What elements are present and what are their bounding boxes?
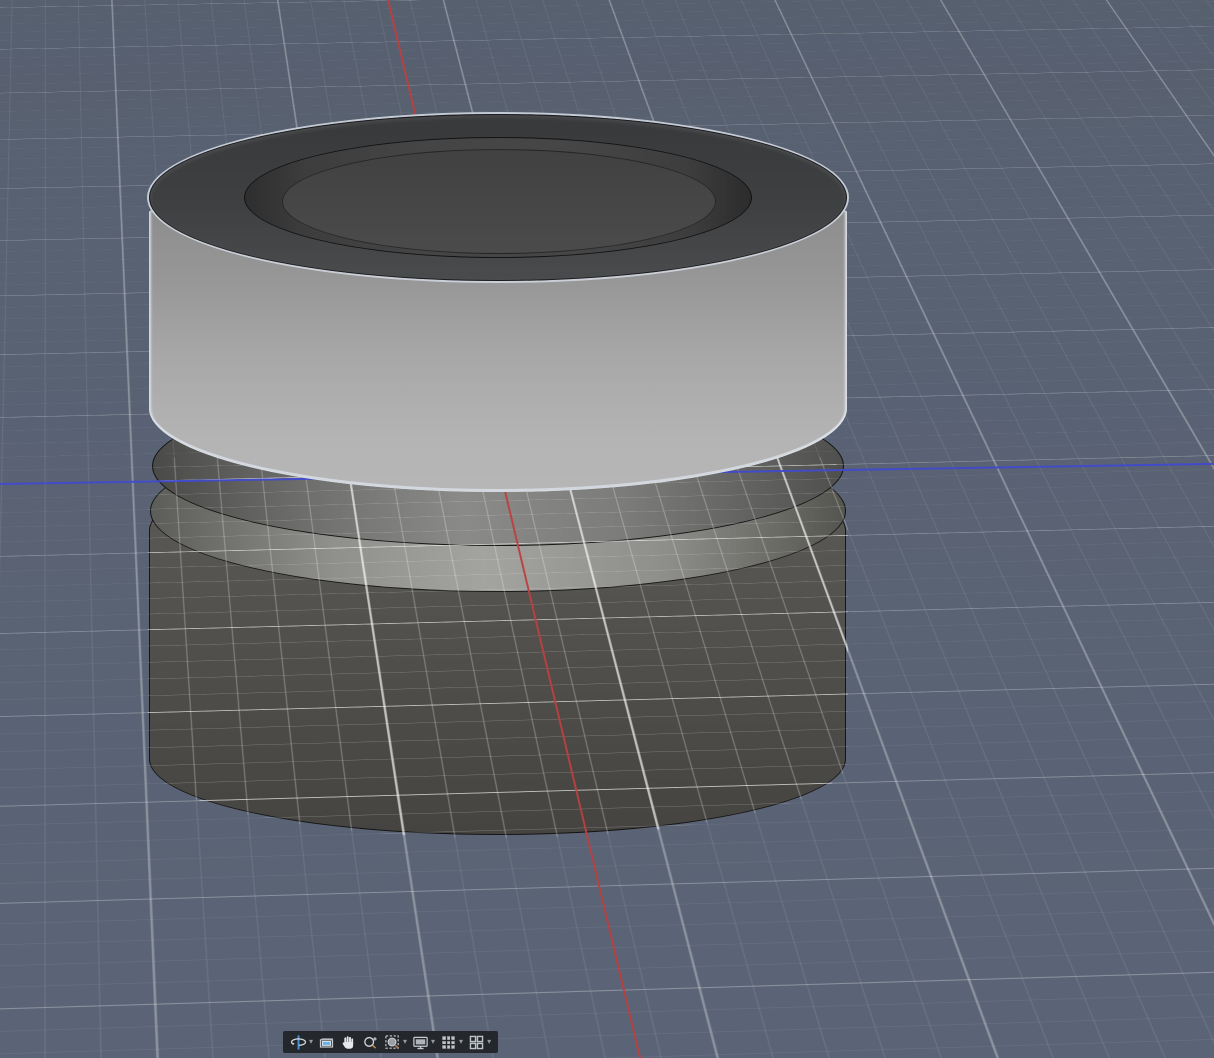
look-at-button[interactable] [318,1031,335,1053]
navigation-toolbar: ▾ ▾ ▾ ▾ ▾ [283,1031,499,1053]
pan-button[interactable] [340,1031,357,1053]
viewports-icon [469,1035,484,1049]
display-settings-icon [413,1036,428,1049]
look-at-icon [319,1037,334,1048]
orbit-button[interactable]: ▾ [290,1031,313,1053]
grid-icon [442,1035,455,1049]
zoom-magnifier-icon [364,1036,377,1049]
chevron-down-icon[interactable]: ▾ [487,1031,491,1053]
orbit-icon [290,1034,307,1050]
fit-icon [385,1034,399,1049]
pan-hand-icon [342,1035,354,1049]
chevron-down-icon[interactable]: ▾ [431,1031,435,1053]
zoom-button[interactable] [362,1031,379,1053]
chevron-down-icon[interactable]: ▾ [309,1031,313,1053]
display-settings-button[interactable]: ▾ [412,1031,435,1053]
viewports-button[interactable]: ▾ [468,1031,491,1053]
fit-button[interactable]: ▾ [384,1031,407,1053]
chevron-down-icon[interactable]: ▾ [403,1031,407,1053]
chevron-down-icon[interactable]: ▾ [459,1031,463,1053]
bowl-bottom-face[interactable] [282,149,716,254]
grid-and-snaps-button[interactable]: ▾ [440,1031,463,1053]
3d-viewport[interactable]: ▾ ▾ ▾ ▾ ▾ [0,0,1214,1058]
